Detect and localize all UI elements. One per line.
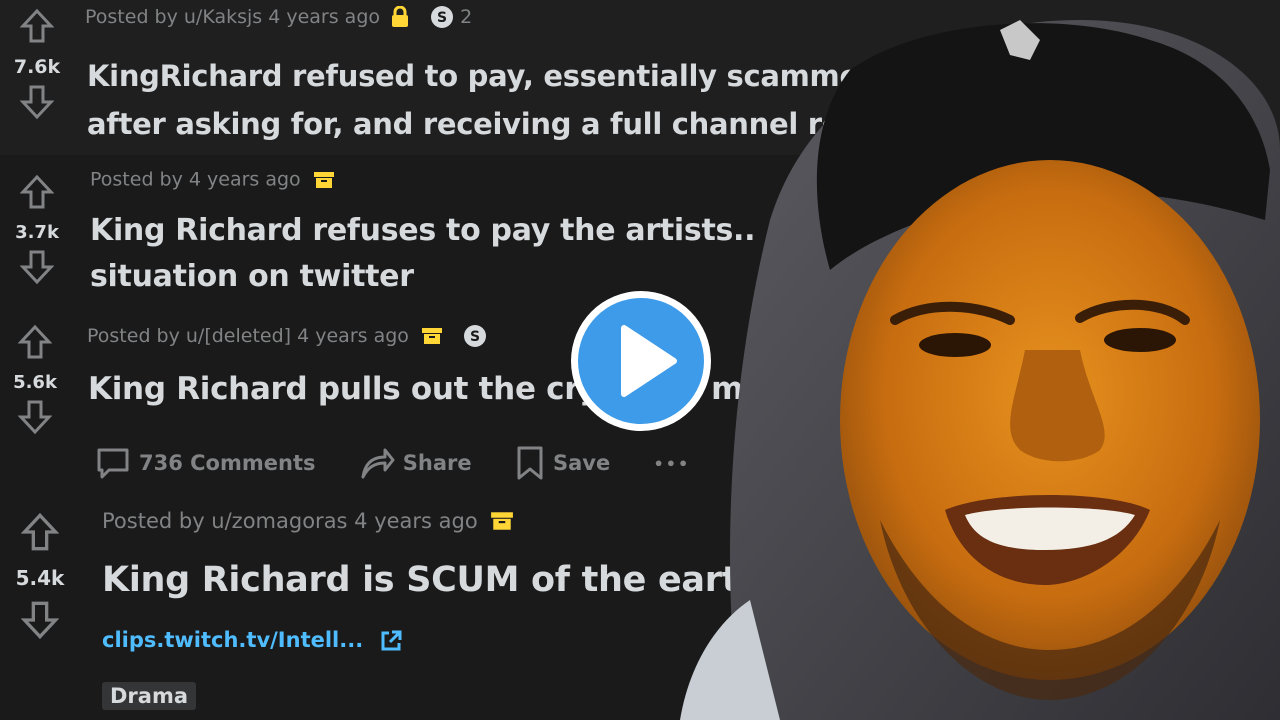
archive-icon xyxy=(313,171,334,188)
award-icon: S xyxy=(431,6,454,28)
post-title-line: King Richard is SCUM of the earth xyxy=(102,560,763,600)
post-title-line: King Richard refuses to pay the artists.… xyxy=(90,213,756,248)
post-meta: Posted by u/Kaksjs 4 years ago S 2 xyxy=(85,5,472,29)
post-action-bar: 736 Comments Share Save ••• xyxy=(95,445,726,481)
post-meta: Posted by u/[deleted] 4 years ago S xyxy=(87,324,487,348)
external-link-icon xyxy=(381,630,401,651)
comment-icon xyxy=(97,448,129,479)
svg-text:S: S xyxy=(437,10,447,26)
archive-icon xyxy=(421,328,442,344)
downvote-icon[interactable] xyxy=(20,249,54,285)
downvote-icon[interactable] xyxy=(21,600,59,640)
vote-score: 5.6k xyxy=(13,372,57,393)
archive-icon xyxy=(491,512,514,530)
lock-icon xyxy=(392,5,409,27)
post-meta: Posted by u/zomagoras 4 years ago xyxy=(102,508,514,533)
share-label: Share xyxy=(402,451,472,475)
comments-label: 736 Comments xyxy=(139,451,316,475)
post-title[interactable]: King Richard is SCUM of the earth xyxy=(102,556,763,604)
svg-text:S: S xyxy=(470,329,480,345)
vote-score: 5.4k xyxy=(15,566,65,590)
award-icon: S xyxy=(464,325,486,347)
post-author-time: Posted by u/[deleted] 4 years ago xyxy=(87,325,409,347)
downvote-icon[interactable] xyxy=(20,84,54,120)
post-title[interactable]: King Richard refuses to pay the artists.… xyxy=(90,208,756,300)
upvote-icon[interactable] xyxy=(18,324,52,360)
post-author-time: Posted by u/zomagoras 4 years ago xyxy=(102,509,478,533)
award-count: 2 xyxy=(460,6,473,28)
vote-column: 7.6k xyxy=(2,8,72,120)
downvote-icon[interactable] xyxy=(18,399,52,435)
play-icon[interactable] xyxy=(568,288,714,434)
vote-score: 7.6k xyxy=(13,56,61,78)
share-icon xyxy=(361,448,395,479)
post-link[interactable]: clips.twitch.tv/Intell... xyxy=(102,628,403,653)
vote-column: 3.7k xyxy=(2,174,72,285)
post-title-line: King Richard pulls out the cry xyxy=(88,371,600,407)
post-author-time: Posted by u/Kaksjs 4 years ago xyxy=(85,6,381,28)
comments-button[interactable]: 736 Comments xyxy=(95,445,315,481)
post-author-time: Posted by 4 years ago xyxy=(90,168,301,191)
vote-column: 5.4k xyxy=(5,512,75,640)
post-flair: Drama xyxy=(102,682,197,710)
post-meta: Posted by 4 years ago xyxy=(90,168,335,191)
post-link-text: clips.twitch.tv/Intell... xyxy=(102,628,364,652)
bookmark-icon xyxy=(517,446,543,480)
creator-photo xyxy=(680,20,1280,720)
upvote-icon[interactable] xyxy=(20,8,54,44)
vote-column: 5.6k xyxy=(0,324,70,435)
upvote-icon[interactable] xyxy=(20,174,54,210)
upvote-icon[interactable] xyxy=(21,512,59,552)
vote-score: 3.7k xyxy=(15,222,59,243)
save-button[interactable]: Save xyxy=(515,445,610,481)
save-label: Save xyxy=(552,451,611,475)
share-button[interactable]: Share xyxy=(359,445,472,481)
